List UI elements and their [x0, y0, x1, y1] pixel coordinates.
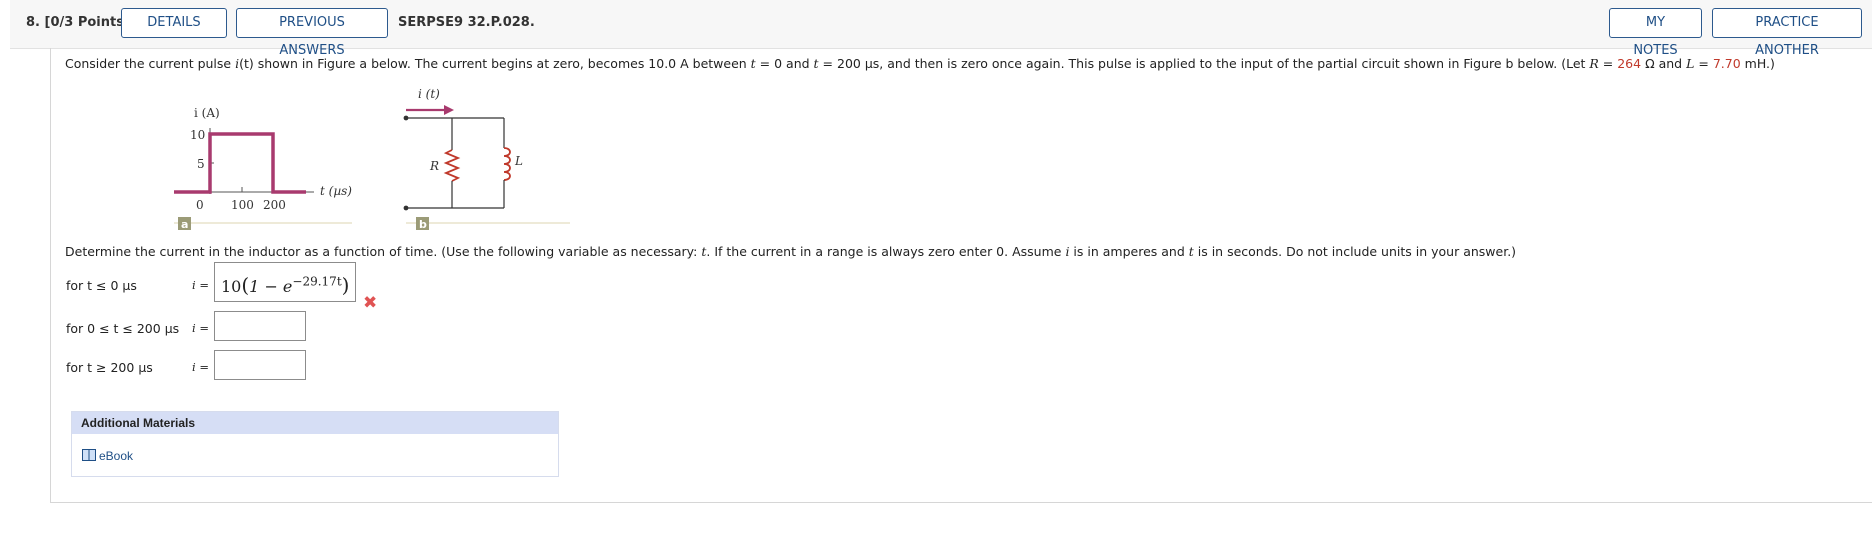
- i-label-1: i =: [192, 278, 209, 292]
- additional-materials-panel: Additional Materials eBook: [71, 411, 559, 477]
- ytick-5: 5: [197, 157, 205, 171]
- resistor-symbol: [443, 149, 461, 182]
- ytick-10: 10: [190, 128, 205, 142]
- figure-b-tag: b: [419, 218, 427, 231]
- r-value: 264: [1617, 56, 1642, 71]
- l-value: 7.70: [1712, 56, 1741, 71]
- xtick-0: 0: [196, 198, 204, 212]
- answer-value-1: 10(1 − e−29.17t): [221, 273, 350, 297]
- figure-a-xlabel: t (µs): [320, 184, 352, 198]
- previous-answers-button[interactable]: PREVIOUS ANSWERS: [236, 8, 388, 58]
- range-label-2: for 0 ≤ t ≤ 200 µs: [66, 321, 180, 336]
- ebook-link[interactable]: eBook: [82, 449, 133, 463]
- practice-another-button[interactable]: PRACTICE ANOTHER: [1712, 8, 1862, 58]
- incorrect-icon: ✖: [363, 293, 378, 313]
- figure-b-circuit: i (t) R L b: [403, 87, 570, 231]
- figure-a-pulse-graph: i (A) 10 5 0 100 200 t (µs) a: [174, 106, 352, 231]
- current-pulse-line: [174, 132, 306, 194]
- xtick-200: 200: [263, 198, 286, 212]
- problem-code: SERPSE9 32.P.028.: [398, 15, 535, 30]
- additional-materials-title: Additional Materials: [72, 412, 558, 434]
- range-label-3: for t ≥ 200 µs: [66, 360, 153, 375]
- book-icon: [82, 449, 96, 461]
- answer-field-3[interactable]: [214, 350, 306, 380]
- ebook-label: eBook: [99, 449, 134, 463]
- answer-value-3: [215, 351, 305, 359]
- inductor-symbol: [503, 147, 511, 181]
- details-button[interactable]: DETAILS: [121, 8, 227, 38]
- problem-figures: i (A) 10 5 0 100 200 t (µs) a i (t) R L: [174, 87, 570, 231]
- answer-field-1[interactable]: 10(1 − e−29.17t): [214, 262, 356, 302]
- i-label-3: i =: [192, 360, 209, 374]
- inductor-label: L: [514, 154, 523, 168]
- resistor-label: R: [429, 159, 439, 173]
- range-label-1: for t ≤ 0 µs: [66, 278, 137, 293]
- xtick-100: 100: [231, 198, 254, 212]
- figure-b-current-label: i (t): [418, 87, 440, 101]
- instructions: Determine the current in the inductor as…: [65, 244, 1517, 259]
- my-notes-button[interactable]: MY NOTES: [1609, 8, 1702, 58]
- question-number: 8. [0/3 Points]: [26, 15, 130, 30]
- answer-field-2[interactable]: [214, 311, 306, 341]
- problem-statement: Consider the current pulse i(t) shown in…: [65, 56, 1775, 71]
- figure-a-tag: a: [181, 218, 188, 231]
- figure-a-ylabel: i (A): [194, 106, 220, 120]
- i-label-2: i =: [192, 321, 209, 335]
- answer-value-2: [215, 312, 305, 320]
